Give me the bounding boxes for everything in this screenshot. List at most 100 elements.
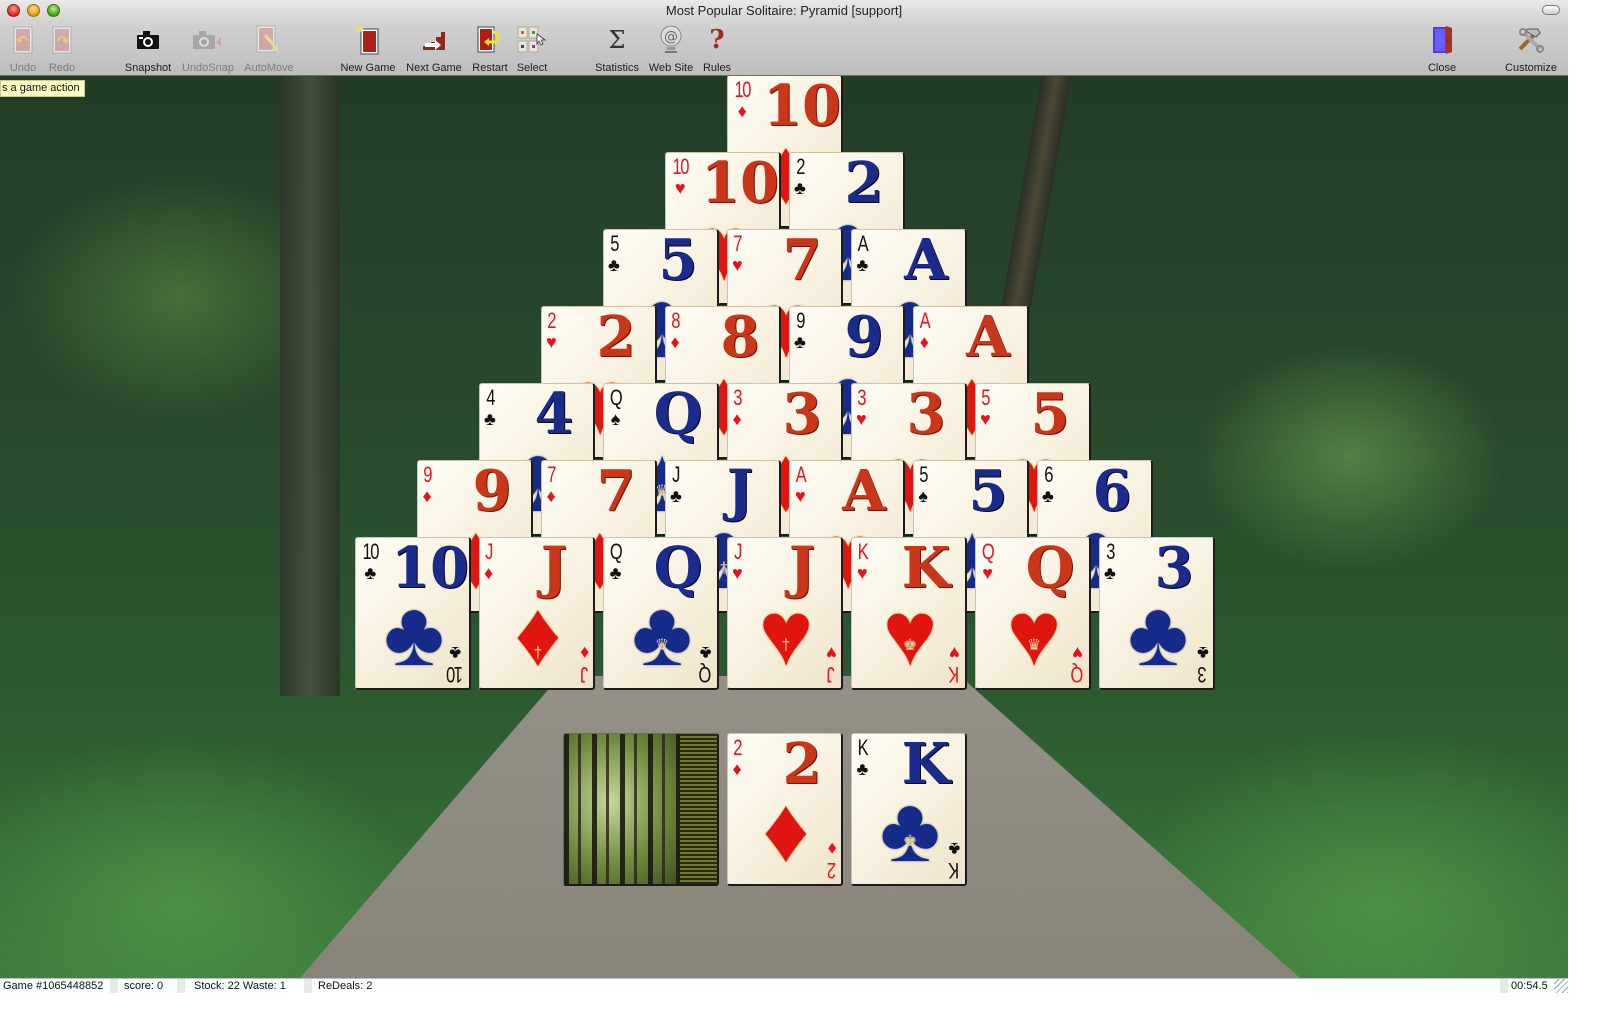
restart-button[interactable]: Restart <box>470 24 510 74</box>
hearts-pip-icon: ♥ <box>758 583 814 685</box>
game-number: Game #1065448852 <box>3 980 104 992</box>
card-corner-index: 9 ♣ <box>794 310 806 352</box>
undosnap-button[interactable]: UndoSnap <box>181 24 235 74</box>
card-rank: J <box>485 539 493 564</box>
card-corner-index-bottom: Q ♥ <box>1070 643 1085 687</box>
clubs-suit-icon: ♣ <box>1197 643 1209 663</box>
pyramid-card[interactable]: J ♥ J ♥ † J ♥ <box>727 537 843 690</box>
clubs-pip-icon: ♣ <box>879 779 941 881</box>
customize-button[interactable]: Customize <box>1503 24 1559 74</box>
status-bar: Game #1065448852 score: 0 Stock: 22 Wast… <box>0 978 1568 994</box>
card-corner-index: 2 ♣ <box>794 154 806 198</box>
card-rank: A <box>795 462 807 487</box>
card-rank: 10 <box>672 154 690 179</box>
card-rank: K <box>857 539 869 564</box>
card-rank: 10 <box>734 77 752 102</box>
question-mark-icon: ? <box>709 25 725 55</box>
waste-card[interactable]: K ♣ K ♣ ♚ K ♣ <box>851 733 967 886</box>
card-corner-index-bottom: J ♥ <box>826 643 837 687</box>
new-game-button[interactable]: New Game <box>340 24 396 74</box>
hearts-suit-icon: ♥ <box>949 643 960 663</box>
next-game-button[interactable]: Next Game <box>404 24 464 74</box>
snapshot-button[interactable]: Snapshot <box>123 24 173 74</box>
automove-button[interactable]: AutoMove <box>242 24 296 74</box>
automove-icon <box>253 24 285 56</box>
pyramid-card[interactable]: Q ♥ Q ♥ ♛ Q ♥ <box>975 537 1091 690</box>
rules-button[interactable]: ? Rules <box>700 24 734 74</box>
card-rank: 5 <box>981 385 991 410</box>
web-site-button[interactable]: @ Web Site <box>647 24 695 74</box>
card-corner-index: K ♣ <box>856 735 869 779</box>
stock-pile[interactable] <box>563 733 719 886</box>
diamonds-suit-icon: ♦ <box>737 101 747 121</box>
clubs-suit-icon: ♣ <box>364 563 377 583</box>
card-corner-index-bottom: 10 ♣ <box>445 643 465 687</box>
card-rank: A <box>919 308 931 333</box>
hearts-pip-icon: ♥ <box>882 583 938 685</box>
redo-button[interactable]: Redo <box>46 24 78 74</box>
card-corner-index: 10 ♦ <box>732 77 752 121</box>
sigma-icon: Σ <box>608 26 626 54</box>
svg-text:@: @ <box>664 29 678 45</box>
undo-button[interactable]: Undo <box>7 24 39 74</box>
status-divider <box>1500 979 1508 994</box>
card-rank: J <box>733 539 742 564</box>
statistics-button[interactable]: Σ Statistics <box>592 24 642 74</box>
redo-icon <box>46 24 78 56</box>
card-corner-index: 10 ♣ <box>360 539 380 583</box>
diamonds-pip-icon: ♦ <box>762 779 810 881</box>
card-rank: 4 <box>486 385 495 410</box>
card-corner-index: 4 ♣ <box>484 385 496 429</box>
card-corner-index: 5 ♣ <box>608 233 620 275</box>
card-corner-index: J ♥ <box>732 539 743 583</box>
pyramid-card[interactable]: K ♥ K ♥ ♚ K ♥ <box>851 537 967 690</box>
card-corner-index: 3 ♥ <box>856 387 867 429</box>
card-rank: Q <box>609 539 623 564</box>
waste-card[interactable]: 2 ♦ 2 ♦ 2 ♦ <box>727 733 843 886</box>
diamonds-suit-icon: ♦ <box>484 563 494 583</box>
camera-icon <box>132 24 164 56</box>
door-icon <box>1426 24 1458 56</box>
undo-icon <box>7 24 39 56</box>
pyramid-card[interactable]: J ♦ J ♦ † J ♦ <box>479 537 595 690</box>
card-rank: 10 <box>447 662 463 687</box>
pyramid-card[interactable]: Q ♣ Q ♣ ♛ Q ♣ <box>603 537 719 690</box>
status-divider <box>110 979 118 994</box>
card-rank: 10 <box>362 539 380 564</box>
restart-icon <box>474 24 506 56</box>
hearts-pip-icon: ♥ <box>1006 583 1062 685</box>
hearts-suit-icon: ♥ <box>546 332 557 352</box>
card-rank: 2 <box>796 154 805 179</box>
hearts-suit-icon: ♥ <box>795 486 806 506</box>
card-rank: 2 <box>547 308 557 333</box>
card-corner-index: 10 ♥ <box>670 154 690 198</box>
card-corner-index-bottom: Q ♣ <box>698 643 713 687</box>
card-rank: 2 <box>733 735 742 760</box>
pyramid-card[interactable]: 3 ♣ 3 ♣ 3 ♣ <box>1099 537 1215 690</box>
clubs-pip-icon: ♣ <box>1127 583 1189 685</box>
select-button[interactable]: Select <box>514 24 550 74</box>
card-rank: J <box>828 662 836 687</box>
card-corner-index: 5 ♠ <box>918 464 928 506</box>
clubs-suit-icon: ♣ <box>856 255 869 275</box>
toolbar-toggle-button[interactable] <box>1542 5 1560 15</box>
clubs-suit-icon: ♣ <box>670 486 682 506</box>
card-corner-index: 5 ♥ <box>980 385 991 429</box>
clubs-suit-icon: ♣ <box>794 178 806 198</box>
pyramid-card[interactable]: 10 ♣ 10 ♣ 10 ♣ <box>355 537 471 690</box>
resize-grip[interactable] <box>1554 979 1568 994</box>
card-corner-index: 9 ♦ <box>422 464 433 506</box>
spades-suit-icon: ♠ <box>610 409 621 429</box>
hearts-suit-icon: ♥ <box>826 643 837 663</box>
card-rank: K <box>857 735 869 760</box>
select-icon <box>516 24 548 56</box>
card-corner-index: A ♣ <box>856 233 869 275</box>
card-corner-index: Q ♣ <box>608 539 623 583</box>
window-title: Most Popular Solitaire: Pyramid [support… <box>665 3 903 18</box>
card-rank: 3 <box>1106 539 1115 564</box>
close-button[interactable]: Close <box>1424 24 1460 74</box>
card-corner-index: 6 ♣ <box>1042 464 1054 506</box>
clubs-suit-icon: ♣ <box>948 839 961 859</box>
next-game-icon <box>418 24 450 56</box>
diamonds-suit-icon: ♦ <box>732 759 742 779</box>
